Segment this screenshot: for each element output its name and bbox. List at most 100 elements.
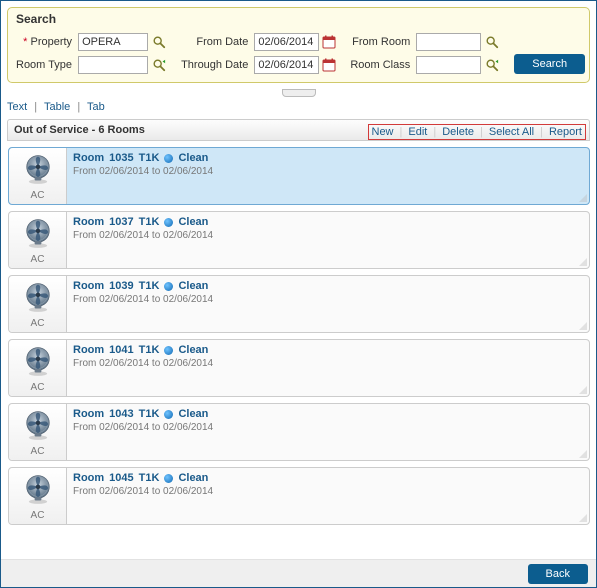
resize-grip-icon xyxy=(579,258,587,266)
thumb-label: AC xyxy=(31,318,45,329)
room-number: 1045 xyxy=(109,472,133,484)
search-panel: Search * Property From Date From Room Ro… xyxy=(7,7,590,83)
resize-grip-icon xyxy=(579,450,587,458)
resize-grip-icon xyxy=(579,514,587,522)
card-title: Room 1035 T1K Clean xyxy=(73,152,583,164)
thumb-label: AC xyxy=(31,190,45,201)
action-edit[interactable]: Edit xyxy=(408,126,427,138)
card-thumbnail: AC xyxy=(9,340,67,396)
collapse-handle[interactable] xyxy=(282,89,316,97)
room-status: Clean xyxy=(178,344,208,356)
room-status: Clean xyxy=(178,408,208,420)
results-actions: New| Edit| Delete| Select All| Report xyxy=(368,124,587,140)
search-go-icon[interactable] xyxy=(151,57,167,73)
room-status: Clean xyxy=(178,152,208,164)
room-type-input[interactable] xyxy=(78,56,148,74)
action-new[interactable]: New xyxy=(372,126,394,138)
panel-divider xyxy=(1,89,596,99)
card-dates: From 02/06/2014 to 02/06/2014 xyxy=(73,230,583,241)
property-label: * Property xyxy=(16,36,75,48)
status-dot-icon xyxy=(164,346,173,355)
list-item[interactable]: AC Room 1045 T1K Clean From 02/06/2014 t… xyxy=(8,467,590,525)
room-prefix: Room xyxy=(73,408,104,420)
status-dot-icon xyxy=(164,218,173,227)
card-title: Room 1037 T1K Clean xyxy=(73,216,583,228)
card-title: Room 1041 T1K Clean xyxy=(73,344,583,356)
room-type: T1K xyxy=(139,472,160,484)
search-button[interactable]: Search xyxy=(514,54,585,74)
from-room-input[interactable] xyxy=(416,33,481,51)
thumb-label: AC xyxy=(31,510,45,521)
card-dates: From 02/06/2014 to 02/06/2014 xyxy=(73,294,583,305)
from-date-input[interactable] xyxy=(254,33,319,51)
fan-icon xyxy=(21,151,55,188)
card-dates: From 02/06/2014 to 02/06/2014 xyxy=(73,166,583,177)
list-item[interactable]: AC Room 1041 T1K Clean From 02/06/2014 t… xyxy=(8,339,590,397)
search-icon[interactable] xyxy=(151,34,167,50)
resize-grip-icon xyxy=(579,386,587,394)
room-class-label: Room Class xyxy=(350,59,413,71)
card-title: Room 1039 T1K Clean xyxy=(73,280,583,292)
room-class-input[interactable] xyxy=(416,56,481,74)
room-prefix: Room xyxy=(73,280,104,292)
room-number: 1037 xyxy=(109,216,133,228)
tab-table[interactable]: Table xyxy=(44,101,70,113)
room-type: T1K xyxy=(139,344,160,356)
room-number: 1039 xyxy=(109,280,133,292)
status-dot-icon xyxy=(164,474,173,483)
fan-icon xyxy=(21,471,55,508)
card-body: Room 1037 T1K Clean From 02/06/2014 to 0… xyxy=(67,212,589,268)
room-type: T1K xyxy=(139,152,160,164)
room-status: Clean xyxy=(178,472,208,484)
action-report[interactable]: Report xyxy=(549,126,582,138)
card-dates: From 02/06/2014 to 02/06/2014 xyxy=(73,422,583,433)
search-icon[interactable] xyxy=(484,34,500,50)
card-title: Room 1043 T1K Clean xyxy=(73,408,583,420)
room-status: Clean xyxy=(178,280,208,292)
card-body: Room 1043 T1K Clean From 02/06/2014 to 0… xyxy=(67,404,589,460)
room-number: 1041 xyxy=(109,344,133,356)
list-item[interactable]: AC Room 1043 T1K Clean From 02/06/2014 t… xyxy=(8,403,590,461)
tab-tab[interactable]: Tab xyxy=(87,101,105,113)
card-body: Room 1039 T1K Clean From 02/06/2014 to 0… xyxy=(67,276,589,332)
tab-text[interactable]: Text xyxy=(7,101,27,113)
fan-icon xyxy=(21,407,55,444)
card-body: Room 1045 T1K Clean From 02/06/2014 to 0… xyxy=(67,468,589,524)
list-item[interactable]: AC Room 1035 T1K Clean From 02/06/2014 t… xyxy=(8,147,590,205)
room-number: 1035 xyxy=(109,152,133,164)
card-thumbnail: AC xyxy=(9,212,67,268)
room-prefix: Room xyxy=(73,216,104,228)
card-title: Room 1045 T1K Clean xyxy=(73,472,583,484)
room-type-label: Room Type xyxy=(16,59,75,71)
calendar-icon[interactable] xyxy=(322,35,336,49)
through-date-input[interactable] xyxy=(254,56,319,74)
list-item[interactable]: AC Room 1037 T1K Clean From 02/06/2014 t… xyxy=(8,211,590,269)
card-thumbnail: AC xyxy=(9,148,67,204)
room-type: T1K xyxy=(139,408,160,420)
status-dot-icon xyxy=(164,282,173,291)
action-select-all[interactable]: Select All xyxy=(489,126,534,138)
list-item[interactable]: AC Room 1039 T1K Clean From 02/06/2014 t… xyxy=(8,275,590,333)
calendar-icon[interactable] xyxy=(322,58,336,72)
results-list: AC Room 1035 T1K Clean From 02/06/2014 t… xyxy=(7,141,590,553)
thumb-label: AC xyxy=(31,254,45,265)
property-input[interactable] xyxy=(78,33,148,51)
card-thumbnail: AC xyxy=(9,404,67,460)
card-body: Room 1041 T1K Clean From 02/06/2014 to 0… xyxy=(67,340,589,396)
room-type: T1K xyxy=(139,280,160,292)
room-type: T1K xyxy=(139,216,160,228)
card-thumbnail: AC xyxy=(9,468,67,524)
back-button[interactable]: Back xyxy=(528,564,588,584)
fan-icon xyxy=(21,279,55,316)
card-dates: From 02/06/2014 to 02/06/2014 xyxy=(73,358,583,369)
card-thumbnail: AC xyxy=(9,276,67,332)
resize-grip-icon xyxy=(579,322,587,330)
from-room-label: From Room xyxy=(350,36,413,48)
action-delete[interactable]: Delete xyxy=(442,126,474,138)
from-date-label: From Date xyxy=(181,36,251,48)
thumb-label: AC xyxy=(31,382,45,393)
room-status: Clean xyxy=(178,216,208,228)
view-tabs: Text | Table | Tab xyxy=(1,99,596,119)
status-dot-icon xyxy=(164,410,173,419)
search-go-icon[interactable] xyxy=(484,57,500,73)
